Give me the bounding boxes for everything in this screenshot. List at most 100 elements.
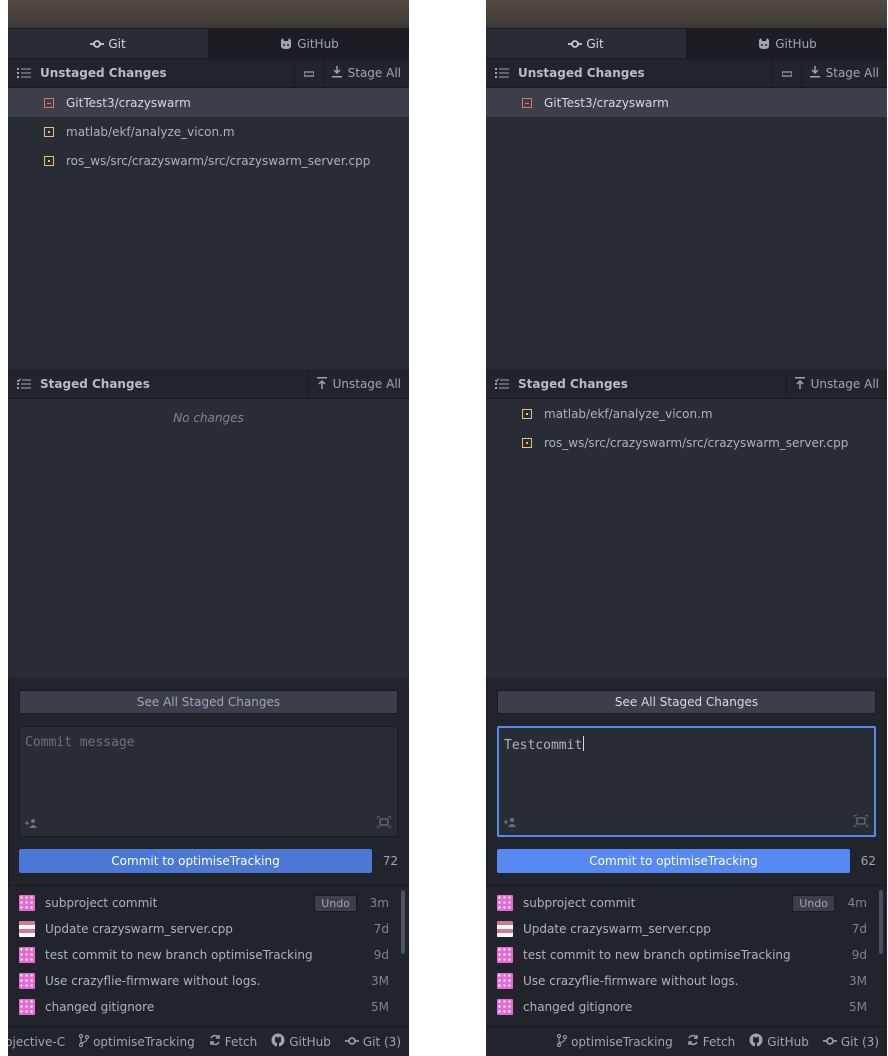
see-all-staged-button[interactable]: See All Staged Changes	[497, 690, 876, 714]
list-unordered-icon	[8, 67, 40, 79]
git-panel-toggle[interactable]: Git (3)	[344, 1035, 401, 1049]
commit-placeholder: Commit message	[25, 735, 135, 750]
git-commit-icon	[344, 1035, 359, 1049]
sync-icon	[687, 1034, 699, 1049]
github-label: GitHub	[767, 1034, 809, 1049]
git-commit-icon	[822, 1035, 837, 1049]
git-panel-toggle[interactable]: Git (3)	[822, 1034, 879, 1049]
screen-full-icon[interactable]	[853, 814, 869, 830]
character-count: 72	[382, 854, 398, 868]
tab-git-label: Git	[586, 36, 604, 51]
list-item[interactable]: GitTest3/crazyswarm	[486, 88, 887, 117]
commit-row[interactable]: test commit to new branch optimiseTracki…	[486, 942, 887, 968]
undo-button[interactable]: Undo	[792, 894, 835, 912]
commit-message: Use crazyflie-firmware without logs.	[523, 974, 739, 988]
commit-button[interactable]: Commit to optimiseTracking	[19, 849, 372, 873]
avatar	[19, 999, 35, 1015]
github-button[interactable]: GitHub	[749, 1033, 809, 1050]
scrollbar[interactable]	[879, 890, 883, 954]
screen-full-icon[interactable]	[376, 815, 392, 831]
branch-selector[interactable]: optimiseTracking	[79, 1033, 195, 1050]
upload-icon	[794, 376, 805, 392]
tab-git[interactable]: Git	[8, 29, 209, 58]
avatar	[497, 973, 513, 989]
window-titlebar	[486, 0, 887, 29]
commit-row[interactable]: changed gitignore 5M	[8, 994, 409, 1020]
commit-row[interactable]: test commit to new branch optimiseTracki…	[8, 942, 409, 968]
commit-age: 3M	[371, 974, 389, 988]
fetch-button[interactable]: Fetch	[687, 1034, 736, 1049]
commit-row[interactable]: Update crazyswarm_server.cpp 7d	[8, 916, 409, 942]
scrollbar[interactable]	[401, 890, 405, 954]
unstage-all-label: Unstage All	[810, 377, 879, 391]
commit-age: 4m	[847, 896, 867, 910]
commit-row[interactable]: Update crazyswarm_server.cpp 7d	[486, 916, 887, 942]
commit-age: 7d	[851, 922, 867, 936]
collapse-button[interactable]	[293, 59, 323, 87]
file-path: matlab/ekf/analyze_vicon.m	[66, 124, 235, 139]
tab-github-label: GitHub	[297, 36, 339, 51]
git-commit-icon	[90, 39, 105, 49]
stage-all-button[interactable]: Stage All	[800, 59, 887, 87]
tab-github[interactable]: GitHub	[687, 29, 887, 58]
commit-button[interactable]: Commit to optimiseTracking	[497, 849, 850, 873]
person-add-icon[interactable]	[25, 817, 39, 831]
staged-changes-title: Staged Changes	[40, 377, 150, 391]
commit-message: test commit to new branch optimiseTracki…	[45, 948, 313, 962]
unstage-all-button[interactable]: Unstage All	[307, 370, 409, 398]
status-bar: Objective-C optimiseTracking Fetch GitHu…	[8, 1026, 409, 1056]
download-icon	[331, 65, 342, 81]
staged-changes-header: Staged Changes Unstage All	[486, 370, 887, 399]
list-item[interactable]: ros_ws/src/crazyswarm/src/crazyswarm_ser…	[8, 146, 409, 175]
mark-github-icon	[749, 1033, 763, 1050]
fetch-label: Fetch	[702, 1034, 736, 1049]
commit-message-editor[interactable]: Testcommit	[497, 726, 876, 837]
list-item[interactable]: GitTest3/crazyswarm	[8, 88, 409, 117]
github-label: GitHub	[289, 1034, 331, 1049]
branch-selector[interactable]: optimiseTracking	[557, 1033, 673, 1050]
list-item[interactable]: matlab/ekf/analyze_vicon.m	[8, 117, 409, 146]
commit-message: subproject commit	[45, 896, 158, 910]
git-label: Git (3)	[840, 1034, 879, 1049]
list-item[interactable]: ros_ws/src/crazyswarm/src/crazyswarm_ser…	[486, 428, 887, 457]
list-unordered-icon	[486, 67, 518, 79]
github-button[interactable]: GitHub	[271, 1033, 331, 1050]
list-item[interactable]: matlab/ekf/analyze_vicon.m	[486, 399, 887, 428]
unstaged-changes-title: Unstaged Changes	[40, 66, 167, 80]
unstage-all-button[interactable]: Unstage All	[785, 370, 887, 398]
list-checked-icon	[8, 378, 40, 390]
avatar	[19, 921, 35, 937]
commit-message: subproject commit	[523, 896, 636, 910]
stage-all-button[interactable]: Stage All	[322, 59, 409, 87]
commit-message-text: Testcommit	[504, 736, 585, 753]
list-checked-icon	[486, 378, 518, 390]
commit-row[interactable]: Use crazyflie-firmware without logs. 3M	[486, 968, 887, 994]
avatar	[497, 999, 513, 1015]
text-caret	[583, 736, 585, 751]
collapse-button[interactable]	[771, 59, 801, 87]
tab-github[interactable]: GitHub	[209, 29, 409, 58]
commit-row[interactable]: subproject commit Undo 4m	[486, 890, 887, 916]
commit-row[interactable]: Use crazyflie-firmware without logs. 3M	[8, 968, 409, 994]
commit-message: Update crazyswarm_server.cpp	[45, 922, 233, 936]
commit-row[interactable]: subproject commit Undo 3m	[8, 890, 409, 916]
see-all-staged-button[interactable]: See All Staged Changes	[19, 690, 398, 714]
commit-row[interactable]: changed gitignore 5M	[486, 994, 887, 1020]
undo-button[interactable]: Undo	[314, 894, 357, 912]
commit-message: Update crazyswarm_server.cpp	[523, 922, 711, 936]
git-commit-icon	[568, 39, 583, 49]
commit-age: 9d	[373, 948, 389, 962]
octocat-icon	[757, 37, 771, 50]
tab-git[interactable]: Git	[486, 29, 687, 58]
branch-label: optimiseTracking	[93, 1034, 195, 1049]
branch-label: optimiseTracking	[571, 1034, 673, 1049]
fetch-button[interactable]: Fetch	[209, 1034, 257, 1049]
tab-github-label: GitHub	[775, 36, 817, 51]
commit-message: test commit to new branch optimiseTracki…	[523, 948, 791, 962]
staged-list: matlab/ekf/analyze_vicon.m ros_ws/src/cr…	[486, 399, 887, 678]
grammar-selector[interactable]: Objective-C	[8, 1035, 65, 1049]
file-path: GitTest3/crazyswarm	[66, 95, 191, 110]
person-add-icon[interactable]	[504, 816, 518, 830]
commit-message-editor[interactable]: Commit message	[19, 726, 398, 837]
unstaged-list: GitTest3/crazyswarm matlab/ekf/analyze_v…	[8, 88, 409, 369]
